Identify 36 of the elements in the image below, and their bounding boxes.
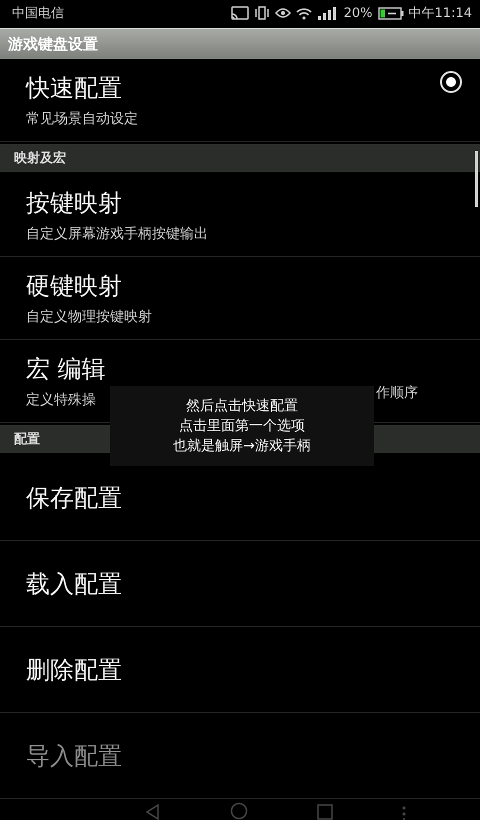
- carrier-label: 中国电信: [12, 5, 64, 22]
- radio-button[interactable]: [440, 71, 462, 93]
- item-title: 按键映射: [26, 188, 122, 219]
- item-title: 导入配置: [26, 740, 122, 772]
- section-title: 映射及宏: [14, 150, 66, 167]
- preference-item[interactable]: 载入配置: [0, 541, 480, 627]
- clock: 中午11:14: [408, 5, 472, 22]
- cast-icon: [230, 6, 249, 20]
- screen-title: 游戏键盘设置: [8, 34, 98, 54]
- item-title: 快速配置: [26, 73, 122, 104]
- toast-line: 也就是触屏→游戏手柄: [173, 437, 311, 455]
- preference-item[interactable]: 硬键映射 自定义物理按键映射: [0, 257, 480, 340]
- item-summary: 自定义屏幕游戏手柄按键输出: [26, 225, 208, 243]
- item-title: 硬键映射: [26, 271, 122, 302]
- more-icon[interactable]: [402, 806, 406, 820]
- item-title: 宏 编辑: [26, 354, 106, 385]
- item-summary: 自定义物理按键映射: [26, 308, 152, 326]
- item-summary: 定义特殊操: [26, 391, 96, 409]
- home-icon[interactable]: [230, 802, 248, 820]
- wifi-icon: [296, 6, 312, 20]
- preference-item[interactable]: 快速配置 常见场景自动设定: [0, 59, 480, 142]
- section-title: 配置: [14, 431, 40, 448]
- recents-icon[interactable]: [316, 804, 332, 820]
- back-icon[interactable]: [144, 804, 160, 820]
- battery-icon: [378, 6, 404, 20]
- item-title: 保存配置: [26, 482, 122, 514]
- vibrate-icon: [254, 6, 270, 20]
- battery-percent: 20%: [344, 6, 373, 20]
- item-title: 载入配置: [26, 568, 122, 600]
- signal-icon: [316, 6, 339, 20]
- item-summary: 常见场景自动设定: [26, 110, 138, 128]
- preference-item[interactable]: 删除配置: [0, 627, 480, 713]
- toast-line: 然后点击快速配置: [186, 397, 298, 415]
- item-title: 删除配置: [26, 654, 122, 686]
- eye-icon: [274, 7, 291, 19]
- item-summary: 作顺序: [376, 384, 418, 402]
